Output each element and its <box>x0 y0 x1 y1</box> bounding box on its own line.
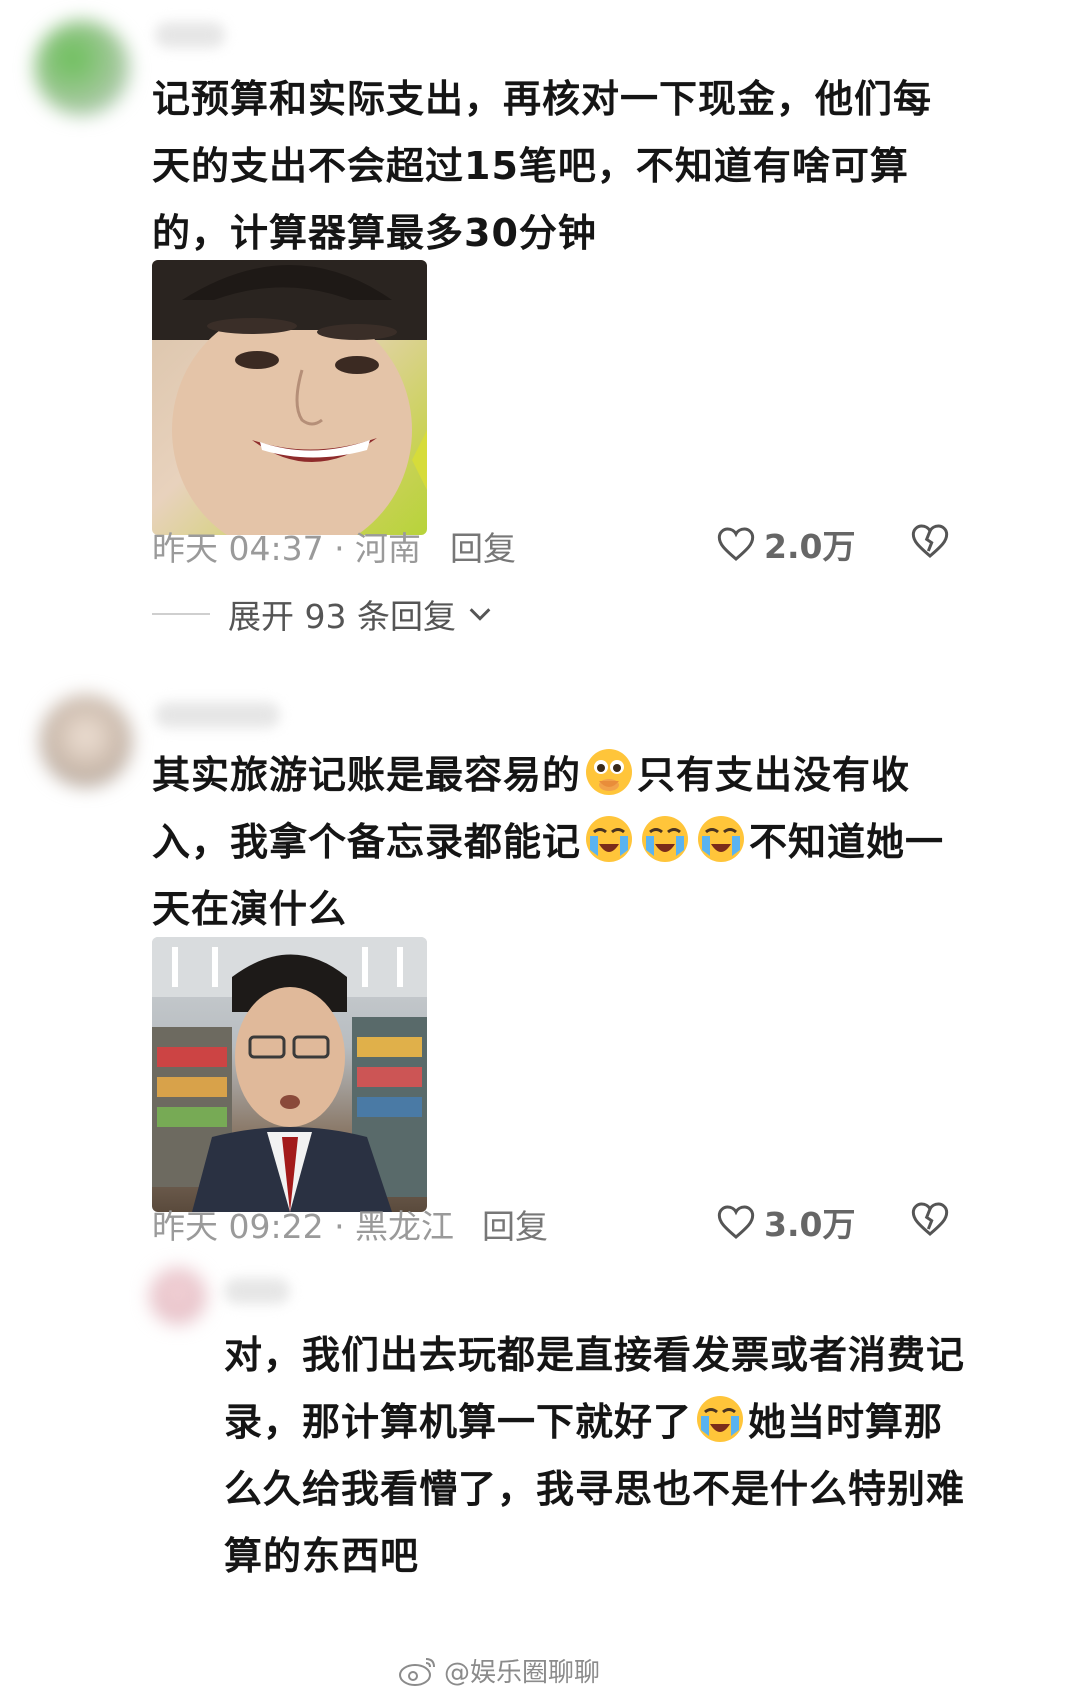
comment-text-part: 不知道她一 <box>749 820 945 864</box>
man-in-store-illustration <box>152 937 427 1212</box>
comment-text: 其实旅游记账是最容易的 只有支出没有收 入，我拿个备忘录都能记 不知道她一 天在… <box>152 742 1052 943</box>
comment-text: 记预算和实际支出，再核对一下现金，他们每 天的支出不会超过15笔吧，不知道有啥可… <box>152 77 933 255</box>
watermark-text: @娱乐圈聊聊 <box>444 1658 601 1688</box>
face-illustration <box>152 260 427 535</box>
weibo-logo-icon <box>399 1657 435 1686</box>
comment-text-part: 算的东西吧 <box>224 1534 420 1578</box>
heart-icon <box>717 1205 755 1239</box>
username[interactable] <box>155 702 280 728</box>
comment-text-part: 么久给我看懵了，我寻思也不是什么特别难 <box>224 1467 966 1511</box>
comment-text-part: 入，我拿个备忘录都能记 <box>152 820 582 864</box>
like-count: 2.0万 <box>764 527 856 566</box>
expand-replies-label: 展开 93 条回复 <box>228 597 456 636</box>
comment-image[interactable] <box>152 260 427 535</box>
pleading-emoji-icon <box>586 749 633 795</box>
crying-emoji-icon <box>586 816 633 862</box>
crying-emoji-icon <box>697 1396 744 1442</box>
comment-text: 对，我们出去玩都是直接看发票或者消费记 录，那计算机算一下就好了 她当时算那 么… <box>224 1322 1054 1590</box>
broken-heart-icon <box>911 1202 949 1236</box>
like-button[interactable]: 2.0万 <box>716 520 855 568</box>
watermark: @娱乐圈聊聊 <box>398 1652 600 1689</box>
divider-line <box>152 613 210 615</box>
comment-meta: 昨天 04:37 · 河南 <box>152 529 422 568</box>
expand-replies-button[interactable]: 展开 93 条回复 <box>152 590 494 638</box>
like-count: 3.0万 <box>764 1205 856 1244</box>
comment-meta: 昨天 09:22 · 黑龙江 <box>152 1207 455 1246</box>
like-button[interactable]: 3.0万 <box>716 1198 855 1246</box>
comment-text-part: 她当时算那 <box>748 1400 944 1444</box>
avatar[interactable] <box>150 1268 206 1324</box>
broken-heart-icon <box>911 524 949 558</box>
comment-text-part: 其实旅游记账是最容易的 <box>152 753 582 797</box>
crying-emoji-icon <box>698 816 745 862</box>
username[interactable] <box>224 1278 290 1304</box>
avatar[interactable] <box>34 20 130 116</box>
avatar[interactable] <box>40 695 132 787</box>
comment-text-part: 对，我们出去玩都是直接看发票或者消费记 <box>224 1333 966 1377</box>
reply-button[interactable]: 回复 <box>482 1200 548 1248</box>
crying-emoji-icon <box>642 816 689 862</box>
comment-text-part: 天在演什么 <box>152 887 348 931</box>
reply-button[interactable]: 回复 <box>450 522 516 570</box>
username[interactable] <box>155 22 225 48</box>
heart-icon <box>717 527 755 561</box>
chevron-down-icon <box>469 608 491 621</box>
dislike-button[interactable] <box>910 522 950 564</box>
comment-image[interactable] <box>152 937 427 1212</box>
comment-text-part: 只有支出没有收 <box>637 753 911 797</box>
comment-text-part: 录，那计算机算一下就好了 <box>224 1400 693 1444</box>
dislike-button[interactable] <box>910 1200 950 1242</box>
